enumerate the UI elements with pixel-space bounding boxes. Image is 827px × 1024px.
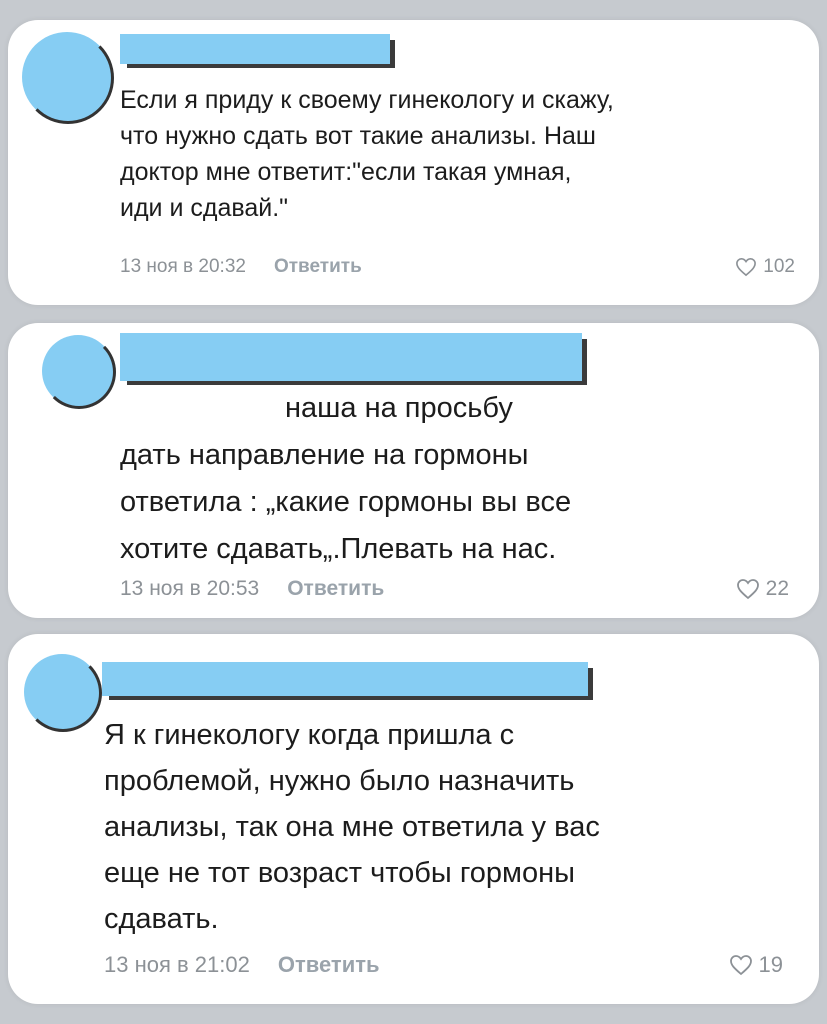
reply-button[interactable]: Ответить (278, 952, 380, 978)
author-name-redacted[interactable] (102, 662, 588, 696)
comment-text-line: дать направление на гормоны (120, 439, 529, 471)
comment-text-line: наша на просьбу (285, 392, 513, 424)
heart-outline-icon (736, 579, 759, 600)
comment-date: 13 ноя в 20:53 (120, 577, 260, 600)
reply-button[interactable]: Ответить (287, 577, 384, 601)
comment-text: наша на просьбу дать направление на гормо… (120, 385, 810, 573)
comment-meta: 13 ноя в 20:32 Ответить (120, 256, 362, 278)
like-count: 102 (763, 256, 795, 277)
comment-meta: 13 ноя в 21:02 Ответить (104, 952, 380, 978)
comment-card: Я к гинекологу когда пришла с проблемой,… (8, 634, 819, 1004)
avatar-outline (22, 32, 114, 124)
avatar-outline (42, 335, 116, 409)
author-name-redacted[interactable] (120, 333, 582, 381)
like-count: 22 (765, 577, 789, 600)
comment-text: Я к гинекологу когда пришла с проблемой,… (104, 719, 600, 935)
heart-outline-icon (729, 955, 752, 976)
author-name-redacted[interactable] (120, 34, 390, 64)
like-button[interactable]: 102 (735, 256, 795, 278)
like-button[interactable]: 19 (729, 952, 783, 978)
comment-text: Если я приду к своему гинекологу и скажу… (120, 86, 614, 222)
comment-text-line: хотите сдавать„.Плевать на нас. (120, 533, 557, 565)
comment-date: 13 ноя в 21:02 (104, 952, 250, 977)
avatar-outline (24, 654, 102, 732)
like-button[interactable]: 22 (736, 577, 789, 601)
comment-card: Если я приду к своему гинекологу и скажу… (8, 20, 819, 305)
heart-outline-icon (736, 257, 757, 277)
comment-text-line: ответила : „какие гормоны вы все (120, 486, 572, 518)
comment-meta: 13 ноя в 20:53 Ответить (120, 577, 384, 601)
comment-card: наша на просьбу дать направление на гормо… (8, 323, 819, 618)
like-count: 19 (758, 952, 783, 977)
reply-button[interactable]: Ответить (274, 256, 362, 278)
comment-date: 13 ноя в 20:32 (120, 256, 246, 277)
